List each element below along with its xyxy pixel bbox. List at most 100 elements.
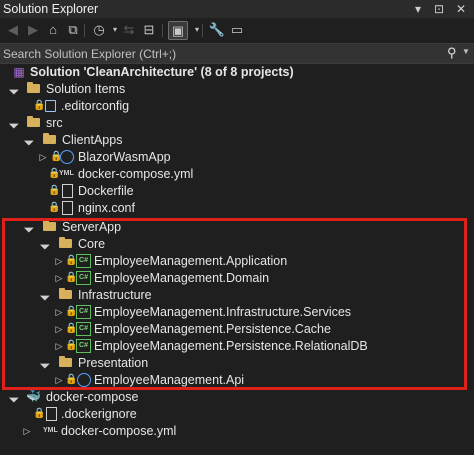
chevron-down-icon[interactable]: ▾ <box>188 21 206 39</box>
home-icon[interactable]: ⌂ <box>44 21 62 39</box>
tree-row-nginx[interactable]: 🔒 nginx.conf <box>0 200 474 217</box>
tree-label: src <box>46 116 63 130</box>
collapse-all-icon[interactable]: ⊟ <box>140 21 158 39</box>
tree-label: .dockerignore <box>61 407 137 421</box>
window-title: Solution Explorer <box>3 2 99 16</box>
tree-row-persistence-cache[interactable]: ▷ 🔒 C# EmployeeManagement.Persistence.Ca… <box>0 321 474 338</box>
csharp-project-icon: C# <box>76 271 91 285</box>
tree-label: EmployeeManagement.Domain <box>94 271 270 285</box>
web-project-icon <box>60 150 74 164</box>
chevron-expanded-icon[interactable]: ◢ <box>36 287 54 305</box>
tree-label: Core <box>78 237 106 251</box>
chevron-collapsed-icon[interactable]: ▷ <box>22 424 32 439</box>
tree-row-dockerignore[interactable]: 🔒 .dockerignore <box>0 406 474 423</box>
yml-file-icon: YML <box>59 170 74 177</box>
folder-icon <box>59 356 72 367</box>
chevron-expanded-icon[interactable]: ◢ <box>36 236 54 254</box>
chevron-collapsed-icon[interactable]: ▷ <box>54 271 64 286</box>
chevron-collapsed-icon[interactable]: ▷ <box>38 150 48 165</box>
lock-icon: 🔒 <box>48 202 61 213</box>
folder-icon <box>43 133 56 144</box>
tree-label: docker-compose.yml <box>61 424 177 438</box>
scrollbar[interactable] <box>470 64 474 454</box>
config-file-icon <box>45 100 56 112</box>
wrench-icon[interactable]: 🔧 <box>208 21 226 39</box>
tree-row-editorconfig[interactable]: 🔒 .editorconfig <box>0 98 474 115</box>
tree-label: docker-compose.yml <box>78 167 194 181</box>
tree-row-infra-services[interactable]: ▷ 🔒 C# EmployeeManagement.Infrastructure… <box>0 304 474 321</box>
preview-icon[interactable]: ▭ <box>228 21 246 39</box>
chevron-expanded-icon[interactable]: ◢ <box>5 115 23 133</box>
tree-label: EmployeeManagement.Api <box>94 373 245 387</box>
tree-row-src[interactable]: ◢ src <box>0 115 474 132</box>
tree-row-serverapp[interactable]: ◢ ServerApp <box>0 219 474 236</box>
yml-file-icon: YML <box>43 427 58 434</box>
file-icon <box>46 407 57 421</box>
pin-icon[interactable]: ⊡ <box>434 1 444 17</box>
search-options-chevron-icon[interactable]: ▼ <box>462 47 470 56</box>
tree-row-persistence-relational[interactable]: ▷ 🔒 C# EmployeeManagement.Persistence.Re… <box>0 338 474 355</box>
tree-row-clientapps[interactable]: ◢ ClientApps <box>0 132 474 149</box>
tree-label: ServerApp <box>62 220 122 234</box>
show-all-files-icon[interactable]: ▣ <box>168 21 188 40</box>
chevron-collapsed-icon[interactable]: ▷ <box>54 305 64 320</box>
tree-row-dockerfile[interactable]: 🔒 Dockerfile <box>0 183 474 200</box>
tree-label: Presentation <box>78 356 149 370</box>
tree-label: Infrastructure <box>78 288 152 302</box>
tree-row-solution-items[interactable]: ◢ Solution Items <box>0 81 474 98</box>
tree-label: EmployeeManagement.Application <box>94 254 288 268</box>
file-icon <box>62 201 73 215</box>
tree-label: EmployeeManagement.Persistence.Cache <box>94 322 331 336</box>
forward-icon[interactable]: ▶ <box>24 21 42 39</box>
tree-label: Dockerfile <box>78 184 134 198</box>
search-icon[interactable]: ⚲ <box>447 45 457 61</box>
switch-views-icon[interactable]: ⧉ <box>64 21 82 39</box>
chevron-collapsed-icon[interactable]: ▷ <box>54 339 64 354</box>
lock-icon: 🔒 <box>33 100 46 111</box>
tree-row-docker-compose-root[interactable]: ▷ YML docker-compose.yml <box>0 423 474 440</box>
chevron-expanded-icon[interactable]: ◢ <box>36 355 54 373</box>
tree-label: ClientApps <box>62 133 123 147</box>
tree-row-infrastructure[interactable]: ◢ Infrastructure <box>0 287 474 304</box>
docker-icon: 🐳 <box>26 389 41 403</box>
csharp-project-icon: C# <box>76 322 91 336</box>
toolbar-separator <box>202 24 203 37</box>
window-titlebar: Solution Explorer ▾ ⊡ ✕ <box>0 0 474 18</box>
sync-icon[interactable]: ⇆ <box>120 21 138 39</box>
folder-icon <box>27 116 40 127</box>
tree-row-core[interactable]: ◢ Core <box>0 236 474 253</box>
tree-row-application[interactable]: ▷ 🔒 C# EmployeeManagement.Application <box>0 253 474 270</box>
tree-row-domain[interactable]: ▷ 🔒 C# EmployeeManagement.Domain <box>0 270 474 287</box>
tree-row-solution[interactable]: ▦ Solution 'CleanArchitecture' (8 of 8 p… <box>0 64 474 81</box>
chevron-collapsed-icon[interactable]: ▷ <box>54 254 64 269</box>
web-project-icon <box>77 373 91 387</box>
toolbar-separator <box>162 24 163 37</box>
tree-row-api[interactable]: ▷ 🔒 EmployeeManagement.Api <box>0 372 474 389</box>
chevron-collapsed-icon[interactable]: ▷ <box>54 373 64 388</box>
tree-row-blazorwasmapp[interactable]: ▷ 🔒 BlazorWasmApp <box>0 149 474 166</box>
back-icon[interactable]: ◀ <box>4 21 22 39</box>
tree-label: docker-compose <box>46 390 139 404</box>
chevron-expanded-icon[interactable]: ◢ <box>5 389 23 407</box>
tree-label: BlazorWasmApp <box>78 150 171 164</box>
file-icon <box>62 184 73 198</box>
chevron-expanded-icon[interactable]: ◢ <box>20 219 38 237</box>
toolbar: ◀ ▶ ⌂ ⧉ ◷ ▾ ⇆ ⊟ ▣ ▾ 🔧 ▭ <box>0 18 474 42</box>
chevron-expanded-icon[interactable]: ◢ <box>20 132 38 150</box>
tree-label: Solution Items <box>46 82 126 96</box>
tree-row-docker-compose-project[interactable]: ◢ 🐳 docker-compose <box>0 389 474 406</box>
tree-label: .editorconfig <box>61 99 130 113</box>
lock-icon: 🔒 <box>65 374 78 385</box>
tree-row-docker-compose-client[interactable]: 🔒 YML docker-compose.yml <box>0 166 474 183</box>
solution-icon: ▦ <box>13 65 25 79</box>
toolbar-separator <box>84 24 85 37</box>
tree-label: EmployeeManagement.Persistence.Relationa… <box>94 339 368 353</box>
tree-label: Solution 'CleanArchitecture' (8 of 8 pro… <box>30 65 294 79</box>
window-menu-icon[interactable]: ▾ <box>415 1 421 17</box>
close-icon[interactable]: ✕ <box>456 1 466 17</box>
search-box[interactable]: Search Solution Explorer (Ctrl+;) ⚲ ▼ <box>0 43 474 64</box>
search-input[interactable]: Search Solution Explorer (Ctrl+;) <box>3 47 176 61</box>
tree-row-presentation[interactable]: ◢ Presentation <box>0 355 474 372</box>
chevron-expanded-icon[interactable]: ◢ <box>5 81 23 99</box>
chevron-collapsed-icon[interactable]: ▷ <box>54 322 64 337</box>
